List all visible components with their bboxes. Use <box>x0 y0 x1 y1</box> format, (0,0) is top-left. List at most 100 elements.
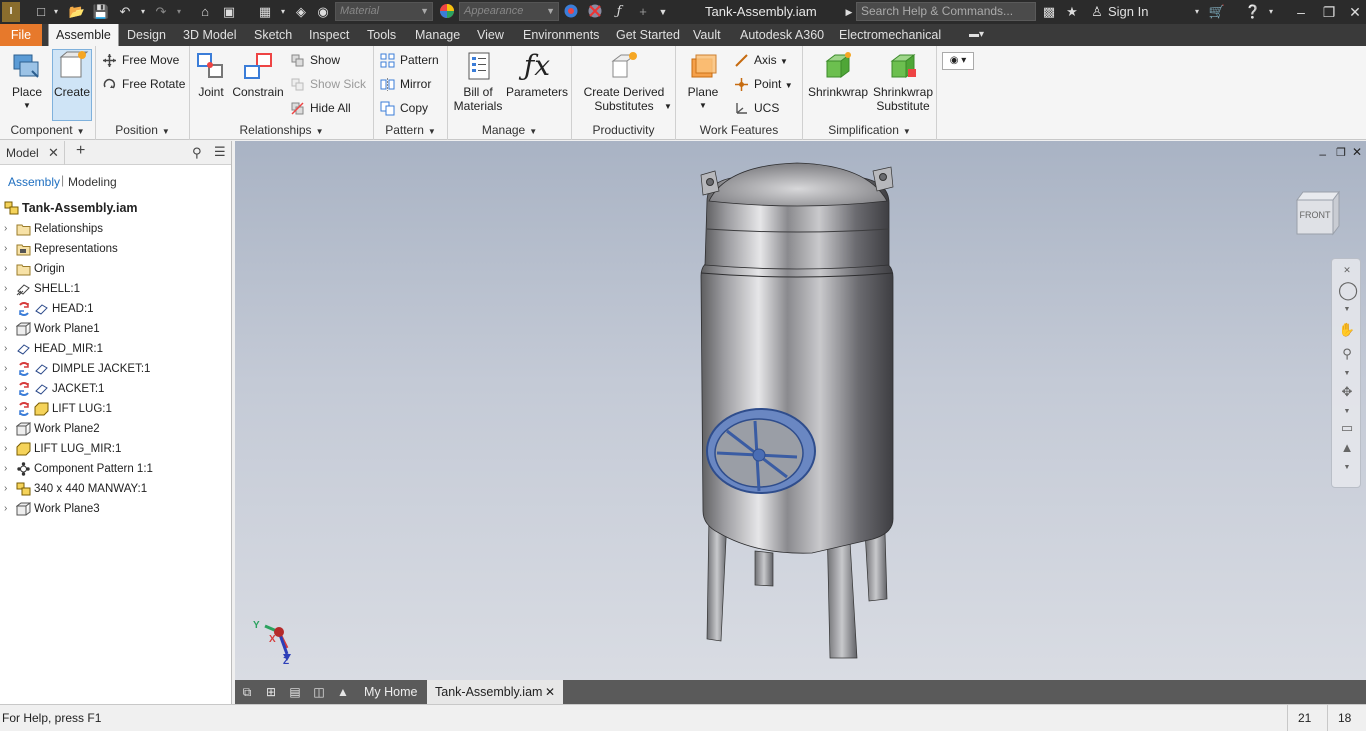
minimize-icon[interactable]: – <box>1290 2 1312 22</box>
modeling-mode-link[interactable]: Modeling <box>68 175 117 189</box>
chevron-down-icon[interactable]: ▼ <box>1338 301 1356 319</box>
browser-tab-model[interactable]: Model <box>6 146 39 160</box>
copy-button[interactable]: Copy <box>378 98 428 118</box>
panel-title-relationships[interactable]: Relationships ▼ <box>190 122 373 138</box>
tab-autodesk-a360[interactable]: Autodesk A360 <box>733 24 831 46</box>
viewport-minimize-icon[interactable]: – <box>1319 147 1326 161</box>
close-icon[interactable]: ✕ <box>1344 2 1366 22</box>
expand-chevron-icon[interactable]: › <box>4 399 14 419</box>
tile-windows-icon[interactable]: ⊞ <box>263 684 279 700</box>
viewport-close-icon[interactable]: ✕ <box>1352 145 1362 159</box>
nav-bar-close-icon[interactable]: ✕ <box>1338 261 1356 279</box>
panel-title-component[interactable]: Component ▼ <box>0 122 95 138</box>
panel-title-manage[interactable]: Manage ▼ <box>448 122 571 138</box>
home-icon[interactable]: ⌂ <box>196 3 214 21</box>
zoom-icon[interactable]: ⚲ <box>1338 345 1356 363</box>
material-dropdown[interactable]: Material ▼ <box>335 2 433 21</box>
tab-design[interactable]: Design <box>120 24 173 46</box>
menu-icon[interactable]: ☰ <box>214 144 226 160</box>
create-button[interactable]: Create <box>52 49 92 99</box>
sign-in-link[interactable]: Sign In <box>1108 4 1148 19</box>
expand-chevron-icon[interactable]: › <box>4 499 14 519</box>
redo-icon[interactable]: ↷ <box>152 3 170 21</box>
pan-hand-icon[interactable]: ✋ <box>1338 321 1356 339</box>
expand-chevron-icon[interactable]: › <box>4 299 14 319</box>
select-icon[interactable]: ▦ <box>256 3 274 21</box>
user-icon[interactable]: ♙ <box>1088 3 1106 21</box>
hide-all-button[interactable]: Hide All <box>288 98 351 118</box>
tab-vault[interactable]: Vault <box>686 24 728 46</box>
tab-tank-assembly[interactable]: Tank-Assembly.iam ✕ <box>427 680 563 704</box>
point-button[interactable]: Point ▼ <box>732 74 793 94</box>
expand-chevron-icon[interactable]: › <box>4 339 14 359</box>
color-icon[interactable]: ◉ <box>314 3 332 21</box>
bill-of-materials-button[interactable]: Bill of Materials <box>450 49 506 113</box>
close-icon[interactable]: ✕ <box>545 680 555 704</box>
tank-assembly-model[interactable] <box>697 161 907 661</box>
object-visibility-icon[interactable]: ◈ <box>292 3 310 21</box>
cascade-windows-icon[interactable]: ⧉ <box>239 684 255 700</box>
customize-toolbar-icon[interactable]: ▼ <box>654 3 672 21</box>
arrange-vertical-icon[interactable]: ◫ <box>311 684 327 700</box>
ribbon-options-icon[interactable]: ▬▾ <box>962 24 991 46</box>
steering-wheel-icon[interactable]: ◯ <box>1338 281 1358 299</box>
plane-button[interactable]: Plane ▼ <box>682 49 724 113</box>
arrange-horizontal-icon[interactable]: ▤ <box>287 684 303 700</box>
tab-assemble[interactable]: Assemble <box>48 24 119 46</box>
tab-environments[interactable]: Environments <box>516 24 606 46</box>
pattern-button[interactable]: Pattern <box>378 50 439 70</box>
panel-title-position[interactable]: Position ▼ <box>96 122 189 138</box>
shrinkwrap-substitute-button[interactable]: Shrinkwrap Substitute <box>871 49 935 113</box>
chevron-down-icon[interactable]: ▼ <box>1338 365 1356 383</box>
tab-tools[interactable]: Tools <box>360 24 403 46</box>
expand-chevron-icon[interactable]: › <box>4 379 14 399</box>
undo-icon[interactable]: ↶ <box>116 3 134 21</box>
expand-chevron-icon[interactable]: › <box>4 239 14 259</box>
redo-dropdown-icon[interactable]: ▾ <box>170 3 188 21</box>
free-rotate-button[interactable]: Free Rotate <box>100 74 185 94</box>
add-icon[interactable]: + <box>634 3 652 21</box>
clear-appearance-icon[interactable] <box>586 3 604 21</box>
view-face-icon[interactable]: ▲ <box>1338 439 1356 457</box>
viewcube[interactable]: FRONT <box>1293 190 1341 236</box>
adjust-appearance-icon[interactable] <box>562 3 580 21</box>
tree-root-assembly[interactable]: Tank-Assembly.iam <box>4 199 138 217</box>
free-move-button[interactable]: Free Move <box>100 50 179 70</box>
update-icon[interactable]: ▣ <box>220 3 238 21</box>
create-derived-substitutes-button[interactable]: Create Derived Substitutes <box>576 49 672 113</box>
binoculars-icon[interactable]: ▩ <box>1040 3 1058 21</box>
expand-chevron-icon[interactable]: › <box>4 319 14 339</box>
help-icon[interactable]: ❔ <box>1244 3 1262 21</box>
inventor-logo-icon[interactable]: I <box>2 2 20 22</box>
chevron-down-icon[interactable]: ▼ <box>1338 459 1356 477</box>
close-icon[interactable]: ✕ <box>48 145 59 161</box>
expand-chevron-icon[interactable]: › <box>4 459 14 479</box>
search-icon[interactable]: ⚲ <box>192 145 202 161</box>
tab-3d-model[interactable]: 3D Model <box>176 24 244 46</box>
sign-in-dropdown-icon[interactable]: ▾ <box>1188 3 1206 21</box>
axis-button[interactable]: Axis ▼ <box>732 50 788 70</box>
panel-title-simplification[interactable]: Simplification ▼ <box>803 122 936 138</box>
expand-chevron-icon[interactable]: › <box>4 219 14 239</box>
appearance-dropdown[interactable]: Appearance ▼ <box>459 2 559 21</box>
graphics-viewport[interactable]: – ❐ ✕ FRONT ✕ ◯ ▼ ✋ ⚲ ▼ ✥ ▼ ▭ ▲ ▼ Y X Z <box>235 141 1366 680</box>
expand-chevron-icon[interactable]: › <box>4 479 14 499</box>
open-folder-icon[interactable]: 📂 <box>68 3 86 21</box>
tab-manage[interactable]: Manage <box>408 24 467 46</box>
ribbon-display-options-button[interactable]: ◉ ▾ <box>942 52 974 70</box>
shrinkwrap-button[interactable]: Shrinkwrap <box>805 49 871 99</box>
show-sick-button[interactable]: Show Sick <box>288 74 366 94</box>
undo-dropdown-icon[interactable]: ▾ <box>134 3 152 21</box>
tab-sketch[interactable]: Sketch <box>247 24 299 46</box>
restore-icon[interactable]: ❐ <box>1318 2 1340 22</box>
expand-chevron-icon[interactable]: › <box>4 259 14 279</box>
tab-inspect[interactable]: Inspect <box>302 24 356 46</box>
parameters-button[interactable]: ƒx Parameters <box>506 49 568 99</box>
ucs-button[interactable]: UCS <box>732 98 779 118</box>
tab-view[interactable]: View <box>470 24 511 46</box>
show-button[interactable]: Show <box>288 50 340 70</box>
add-browser-tab-icon[interactable]: + <box>76 142 85 160</box>
fx-parameters-icon[interactable]: ƒ <box>610 3 628 21</box>
panel-title-pattern[interactable]: Pattern ▼ <box>374 122 447 138</box>
joint-button[interactable]: Joint <box>194 49 228 99</box>
